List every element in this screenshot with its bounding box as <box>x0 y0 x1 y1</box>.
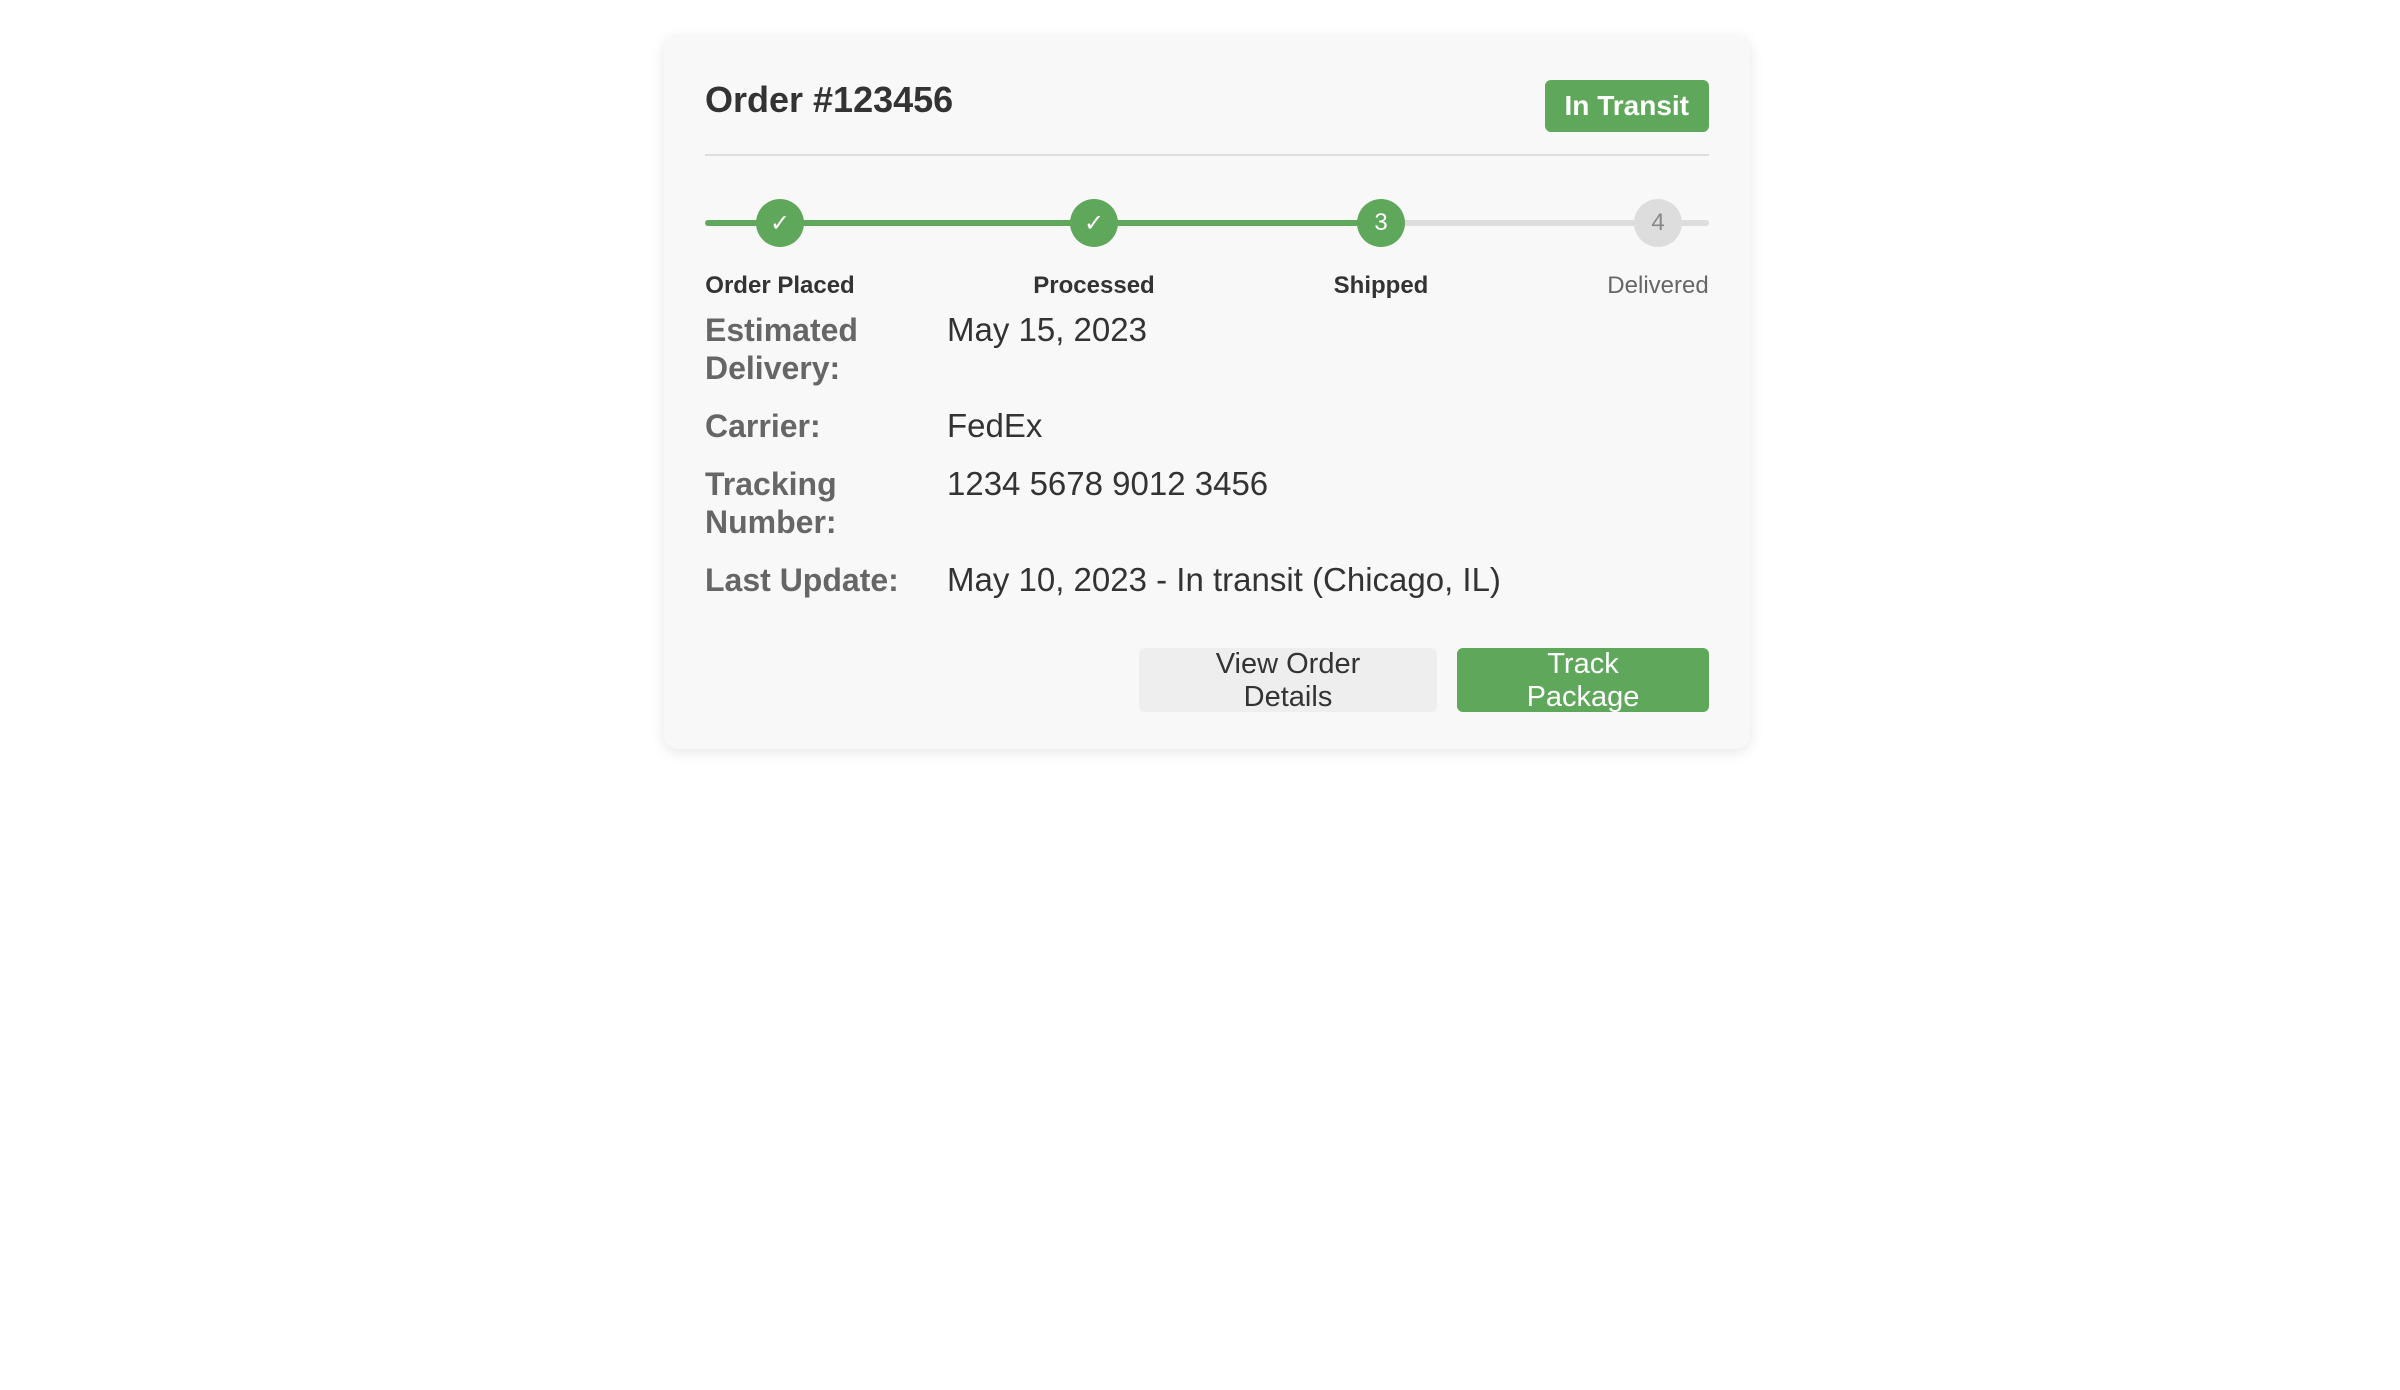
step-label: Order Placed <box>705 272 855 299</box>
detail-label: Carrier: <box>705 408 821 444</box>
detail-label: Tracking Number: <box>705 466 837 540</box>
track-package-button[interactable]: Track Package <box>1457 648 1709 713</box>
shipment-details: Estimated Delivery: May 15, 2023 Carrier… <box>705 311 1709 599</box>
detail-tracking-number: Tracking Number: 1234 5678 9012 3456 <box>705 465 1709 541</box>
view-order-details-button[interactable]: View Order Details <box>1139 648 1437 713</box>
detail-value: May 10, 2023 - In transit (Chicago, IL) <box>947 561 1501 598</box>
check-icon: ✓ <box>1070 199 1118 247</box>
detail-label: Last Update: <box>705 562 899 598</box>
status-badge: In Transit <box>1544 80 1709 132</box>
order-progress-tracker: ✓ Order Placed ✓ Processed 3 Shipped 4 D… <box>705 156 1709 306</box>
progress-fill <box>705 220 1383 226</box>
step-label: Processed <box>1033 272 1155 299</box>
detail-carrier: Carrier: FedEx <box>705 407 1709 445</box>
detail-last-update: Last Update: May 10, 2023 - In transit (… <box>705 561 1709 599</box>
step-number: 3 <box>1357 199 1405 247</box>
order-title: Order #123456 <box>705 79 954 120</box>
step-label: Shipped <box>1333 272 1429 299</box>
detail-value: FedEx <box>947 407 1043 444</box>
detail-value: May 15, 2023 <box>947 311 1147 348</box>
check-icon: ✓ <box>756 199 804 247</box>
step-number: 4 <box>1634 199 1682 247</box>
detail-estimated-delivery: Estimated Delivery: May 15, 2023 <box>705 311 1709 387</box>
order-card: Order #123456 In Transit ✓ Order Placed … <box>664 36 1750 749</box>
step-label: Delivered <box>1607 272 1709 299</box>
order-header: Order #123456 In Transit <box>705 36 1709 156</box>
detail-value: 1234 5678 9012 3456 <box>947 465 1269 502</box>
order-actions: View Order Details Track Package <box>1139 648 1709 713</box>
detail-label: Estimated Delivery: <box>705 312 858 386</box>
